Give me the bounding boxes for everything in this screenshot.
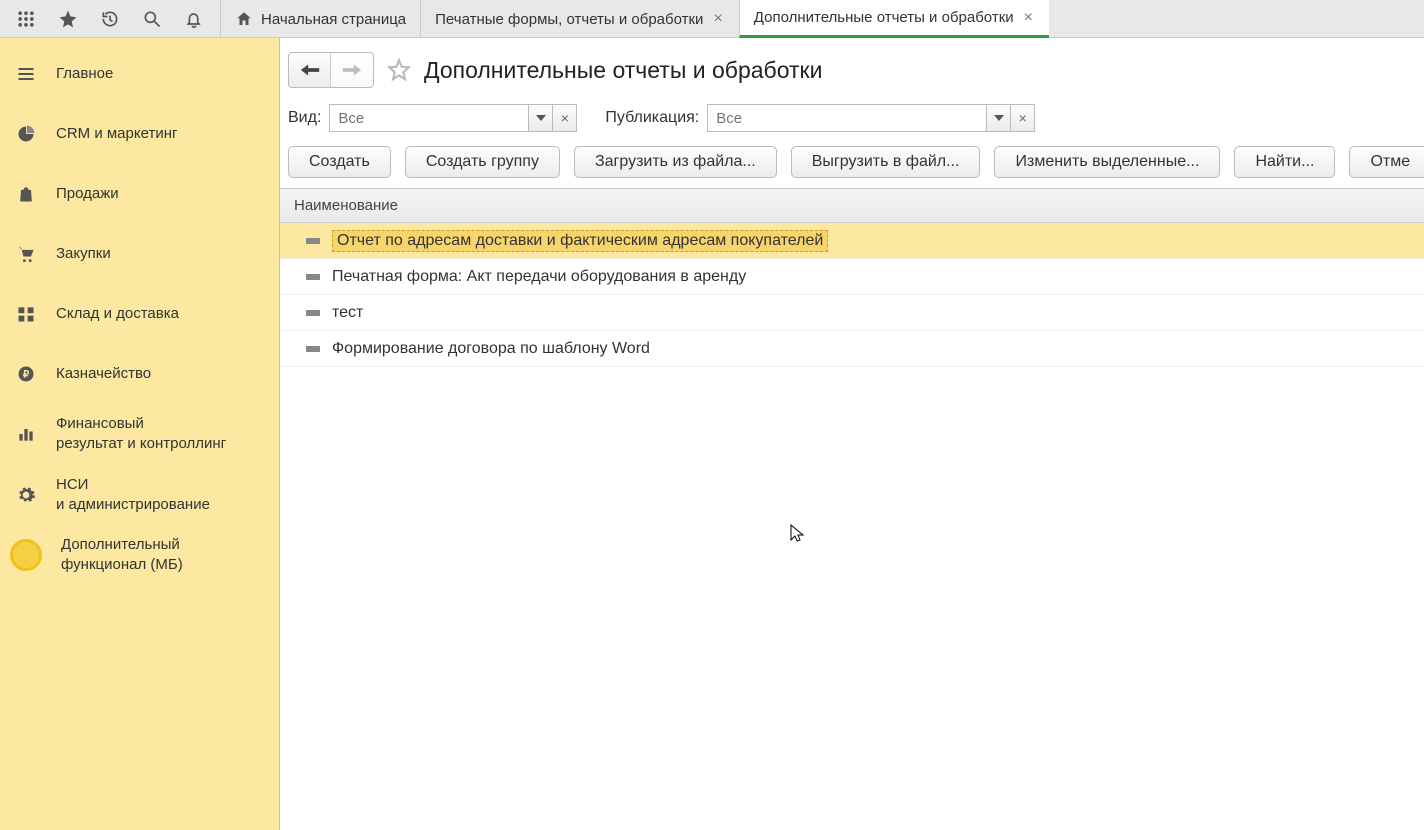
tab-additional-reports[interactable]: Дополнительные отчеты и обработки × — [739, 0, 1049, 38]
sidebar-item-purchases[interactable]: Закупки — [0, 224, 279, 284]
sidebar-item-label: НСИ и администрирование — [56, 475, 210, 516]
item-icon — [306, 237, 320, 245]
top-toolbar: Начальная страница Печатные формы, отчет… — [0, 0, 1424, 38]
tab-home-label: Начальная страница — [261, 11, 406, 28]
sidebar-item-admin[interactable]: НСИ и администрирование — [0, 465, 279, 526]
row-name: тест — [332, 304, 363, 322]
grid-icon — [14, 304, 38, 324]
tab-print-forms-label: Печатные формы, отчеты и обработки — [435, 11, 703, 28]
star-icon[interactable] — [48, 0, 88, 38]
sidebar-item-crm[interactable]: CRM и маркетинг — [0, 104, 279, 164]
create-group-button[interactable]: Создать группу — [405, 146, 560, 178]
history-icon[interactable] — [90, 0, 130, 38]
table-row[interactable]: Отчет по адресам доставки и фактическим … — [280, 223, 1424, 259]
row-name: Формирование договора по шаблону Word — [332, 340, 650, 358]
sidebar-item-additional[interactable]: Дополнительный функционал (МБ) — [0, 525, 279, 586]
forward-button[interactable] — [331, 53, 373, 87]
circle-icon — [9, 539, 43, 571]
vid-label: Вид: — [288, 109, 321, 127]
sidebar-item-treasury[interactable]: ₽ Казначейство — [0, 344, 279, 404]
pub-label: Публикация: — [605, 109, 699, 127]
home-icon — [235, 10, 253, 28]
chevron-down-icon[interactable] — [529, 104, 553, 132]
create-button[interactable]: Создать — [288, 146, 391, 178]
row-name: Отчет по адресам доставки и фактическим … — [332, 230, 828, 252]
find-button[interactable]: Найти... — [1234, 146, 1335, 178]
ruble-icon: ₽ — [14, 364, 38, 384]
quick-icons — [0, 0, 220, 38]
clear-icon[interactable]: × — [1011, 104, 1035, 132]
load-file-button[interactable]: Загрузить из файла... — [574, 146, 777, 178]
pub-control: × — [707, 104, 1035, 132]
nav-buttons — [288, 52, 374, 88]
item-icon — [306, 273, 320, 281]
pub-input[interactable] — [707, 104, 987, 132]
table-row[interactable]: тест — [280, 295, 1424, 331]
sidebar-item-label: Закупки — [56, 244, 111, 264]
menu-icon — [14, 64, 38, 84]
cancel-button[interactable]: Отме — [1349, 146, 1424, 178]
bar-chart-icon — [14, 424, 38, 444]
sidebar-item-label: Склад и доставка — [56, 304, 179, 324]
apps-icon[interactable] — [6, 0, 46, 38]
main-content: Дополнительные отчеты и обработки Вид: ×… — [280, 38, 1424, 830]
sidebar: Главное CRM и маркетинг Продажи Закупки … — [0, 38, 280, 830]
sidebar-item-label: Главное — [56, 64, 113, 84]
export-file-button[interactable]: Выгрузить в файл... — [791, 146, 981, 178]
table: Наименование Отчет по адресам доставки и… — [280, 188, 1424, 367]
row-name: Печатная форма: Акт передачи оборудовани… — [332, 268, 746, 286]
tabs: Начальная страница Печатные формы, отчет… — [220, 0, 1049, 37]
page-title: Дополнительные отчеты и обработки — [424, 57, 822, 84]
table-row[interactable]: Формирование договора по шаблону Word — [280, 331, 1424, 367]
sidebar-item-label: Продажи — [56, 184, 119, 204]
sidebar-item-sales[interactable]: Продажи — [0, 164, 279, 224]
gear-icon — [14, 485, 38, 505]
table-header[interactable]: Наименование — [280, 189, 1424, 223]
vid-control: × — [329, 104, 577, 132]
tab-additional-reports-label: Дополнительные отчеты и обработки — [754, 9, 1014, 26]
vid-input[interactable] — [329, 104, 529, 132]
sidebar-item-finance[interactable]: Финансовый результат и контроллинг — [0, 404, 279, 465]
item-icon — [306, 345, 320, 353]
item-icon — [306, 309, 320, 317]
main-header: Дополнительные отчеты и обработки — [280, 38, 1424, 98]
shopping-bag-icon — [14, 184, 38, 204]
bell-icon[interactable] — [174, 0, 214, 38]
action-bar: Создать Создать группу Загрузить из файл… — [280, 146, 1424, 188]
filters: Вид: × Публикация: × — [280, 98, 1424, 146]
edit-selected-button[interactable]: Изменить выделенные... — [994, 146, 1220, 178]
sidebar-item-label: Дополнительный функционал (МБ) — [61, 535, 183, 576]
table-row[interactable]: Печатная форма: Акт передачи оборудовани… — [280, 259, 1424, 295]
sidebar-item-label: CRM и маркетинг — [56, 124, 177, 144]
close-icon[interactable]: × — [1022, 9, 1035, 27]
sidebar-item-label: Казначейство — [56, 364, 151, 384]
back-button[interactable] — [289, 53, 331, 87]
cart-icon — [14, 244, 38, 264]
favorite-button[interactable] — [384, 55, 414, 85]
tab-home[interactable]: Начальная страница — [220, 0, 420, 38]
pie-chart-icon — [14, 124, 38, 144]
close-icon[interactable]: × — [711, 10, 724, 28]
sidebar-item-label: Финансовый результат и контроллинг — [56, 414, 226, 455]
sidebar-item-main[interactable]: Главное — [0, 44, 279, 104]
tab-print-forms[interactable]: Печатные формы, отчеты и обработки × — [420, 0, 739, 38]
sidebar-item-warehouse[interactable]: Склад и доставка — [0, 284, 279, 344]
clear-icon[interactable]: × — [553, 104, 577, 132]
chevron-down-icon[interactable] — [987, 104, 1011, 132]
search-icon[interactable] — [132, 0, 172, 38]
svg-text:₽: ₽ — [23, 369, 30, 380]
